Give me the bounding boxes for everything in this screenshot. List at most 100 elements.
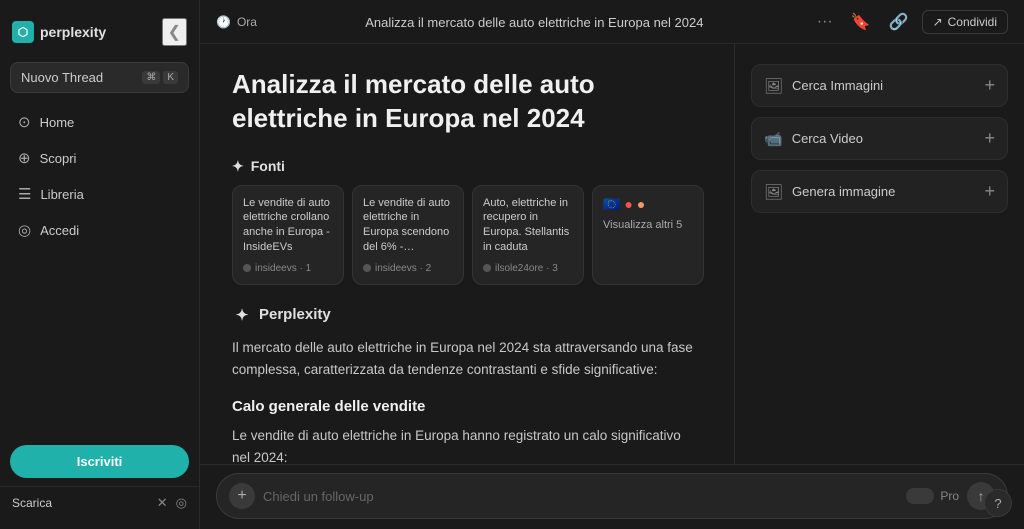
flag-eu-icon: 🇪🇺	[603, 196, 620, 213]
search-images-item[interactable]: 🖼 Cerca Immagini +	[751, 64, 1008, 107]
nav-login-label: Accedi	[40, 223, 79, 238]
perplexity-icon: ✦	[232, 305, 252, 325]
search-images-label: Cerca Immagini	[792, 78, 883, 93]
source-card-1[interactable]: Le vendite di auto elettriche crollano a…	[232, 185, 344, 285]
nav-explore-label: Scopri	[40, 151, 77, 166]
video-icon: 📹	[764, 130, 783, 148]
library-icon: ☰	[18, 185, 31, 203]
generate-image-item[interactable]: 🖼 Genera immagine +	[751, 170, 1008, 213]
perplexity-label: Perplexity	[259, 306, 331, 323]
pro-label: Pro	[940, 489, 959, 503]
flag-red-icon: ●	[624, 196, 632, 212]
source-card-3-text: Auto, elettriche in recupero in Europa. …	[483, 196, 573, 255]
images-icon: 🖼	[764, 77, 783, 95]
attach-button[interactable]: +	[229, 483, 255, 509]
topbar: 🕐 Ora Analizza il mercato delle auto ele…	[200, 0, 1024, 44]
add-video-icon: +	[984, 128, 995, 149]
more-sources-label: Visualizza altri 5	[603, 219, 693, 231]
main-panel: 🕐 Ora Analizza il mercato delle auto ele…	[200, 0, 1024, 529]
download-label[interactable]: Scarica	[12, 496, 52, 510]
topbar-left: 🕐 Ora	[216, 15, 257, 29]
new-thread-label: Nuovo Thread	[21, 70, 103, 85]
more-icons: 🇪🇺 ● ●	[603, 196, 693, 213]
sources-section: ✦ Fonti Le vendite di auto elettriche cr…	[232, 158, 702, 285]
intro-paragraph: Il mercato delle auto elettriche in Euro…	[232, 337, 702, 382]
source-card-more[interactable]: 🇪🇺 ● ● Visualizza altri 5	[592, 185, 704, 285]
sidebar-item-explore[interactable]: ⊕ Scopri	[8, 141, 191, 175]
more-options-button[interactable]: ···	[812, 10, 838, 34]
source-dot-2	[363, 264, 371, 272]
source-site-1: insideevs · 1	[255, 263, 311, 274]
share-label: Condividi	[948, 15, 997, 29]
sidebar: ⬡ perplexity ❮ Nuovo Thread ⌘ K ⊙ Home ⊕…	[0, 0, 200, 529]
source-card-1-footer: insideevs · 1	[243, 263, 333, 274]
source-card-3-footer: ilsole24ore · 3	[483, 263, 573, 274]
input-container: + Pro ↑	[216, 473, 1008, 519]
right-panel: 🖼 Cerca Immagini + 📹 Cerca Video + 🖼 Gen…	[734, 44, 1024, 464]
shortcut-cmd: ⌘	[142, 71, 160, 84]
sidebar-item-library[interactable]: ☰ Libreria	[8, 177, 191, 211]
pro-switch[interactable]	[906, 488, 934, 504]
bookmark-icon: 🔖	[851, 14, 871, 31]
link-button[interactable]: 🔗	[884, 9, 914, 35]
sidebar-item-home[interactable]: ⊙ Home	[8, 105, 191, 139]
sidebar-footer: Scarica ✕ ◎	[0, 486, 199, 519]
source-site-2: insideevs · 2	[375, 263, 431, 274]
sources-grid: Le vendite di auto elettriche crollano a…	[232, 185, 702, 285]
discord-icon[interactable]: ◎	[176, 495, 187, 511]
explore-icon: ⊕	[18, 149, 31, 167]
shortcut-key: K	[163, 71, 178, 84]
follow-up-input[interactable]	[263, 489, 898, 504]
shortcut-area: ⌘ K	[142, 71, 178, 84]
source-dot-3	[483, 264, 491, 272]
sources-sparkle-icon: ✦	[232, 158, 244, 175]
sources-label: Fonti	[251, 158, 285, 174]
topbar-time: Ora	[237, 15, 257, 29]
article: Analizza il mercato delle auto elettrich…	[200, 44, 734, 464]
article-body: ✦ Perplexity Il mercato delle auto elett…	[232, 305, 702, 464]
source-card-2-text: Le vendite di auto elettriche in Europa …	[363, 196, 453, 255]
logo-text: perplexity	[40, 24, 106, 40]
subscribe-button[interactable]: Iscriviti	[10, 445, 189, 478]
source-card-3[interactable]: Auto, elettriche in recupero in Europa. …	[472, 185, 584, 285]
search-video-item[interactable]: 📹 Cerca Video +	[751, 117, 1008, 160]
source-card-2-footer: insideevs · 2	[363, 263, 453, 274]
search-video-left: 📹 Cerca Video	[764, 130, 863, 148]
add-images-icon: +	[984, 75, 995, 96]
sidebar-collapse-button[interactable]: ❮	[162, 18, 187, 46]
logo-area: ⬡ perplexity	[12, 21, 106, 43]
footer-icons: ✕ ◎	[157, 495, 187, 511]
search-images-left: 🖼 Cerca Immagini	[764, 77, 883, 95]
sources-header: ✦ Fonti	[232, 158, 702, 175]
twitter-icon[interactable]: ✕	[157, 495, 168, 511]
nav-library-label: Libreria	[40, 187, 83, 202]
article-title: Analizza il mercato delle auto elettrich…	[232, 68, 702, 136]
login-icon: ◎	[18, 221, 31, 239]
section1-title: Calo generale delle vendite	[232, 398, 702, 415]
new-thread-button[interactable]: Nuovo Thread ⌘ K	[10, 62, 189, 93]
home-icon: ⊙	[18, 113, 31, 131]
bookmark-button[interactable]: 🔖	[846, 9, 876, 35]
perplexity-header: ✦ Perplexity	[232, 305, 702, 325]
pro-toggle: Pro	[906, 488, 959, 504]
generate-icon: 🖼	[764, 183, 783, 201]
bottom-bar: + Pro ↑	[200, 464, 1024, 529]
source-dot-1	[243, 264, 251, 272]
add-generate-icon: +	[984, 181, 995, 202]
content-area: Analizza il mercato delle auto elettrich…	[200, 44, 1024, 464]
source-card-2[interactable]: Le vendite di auto elettriche in Europa …	[352, 185, 464, 285]
generate-image-left: 🖼 Genera immagine	[764, 183, 895, 201]
nav-home-label: Home	[40, 115, 75, 130]
help-button[interactable]: ?	[984, 489, 1012, 517]
topbar-actions: ··· 🔖 🔗 ↗ Condividi	[812, 9, 1008, 35]
clock-icon: 🕐	[216, 15, 231, 29]
topbar-title: Analizza il mercato delle auto elettrich…	[365, 15, 703, 30]
share-icon: ↗	[933, 15, 943, 29]
sidebar-nav: ⊙ Home ⊕ Scopri ☰ Libreria ◎ Accedi	[0, 105, 199, 437]
flag-orange-icon: ●	[637, 196, 645, 212]
sidebar-item-login[interactable]: ◎ Accedi	[8, 213, 191, 247]
sidebar-header: ⬡ perplexity ❮	[0, 10, 199, 58]
section1-intro: Le vendite di auto elettriche in Europa …	[232, 425, 702, 465]
source-card-1-text: Le vendite di auto elettriche crollano a…	[243, 196, 333, 255]
share-button[interactable]: ↗ Condividi	[922, 10, 1008, 34]
